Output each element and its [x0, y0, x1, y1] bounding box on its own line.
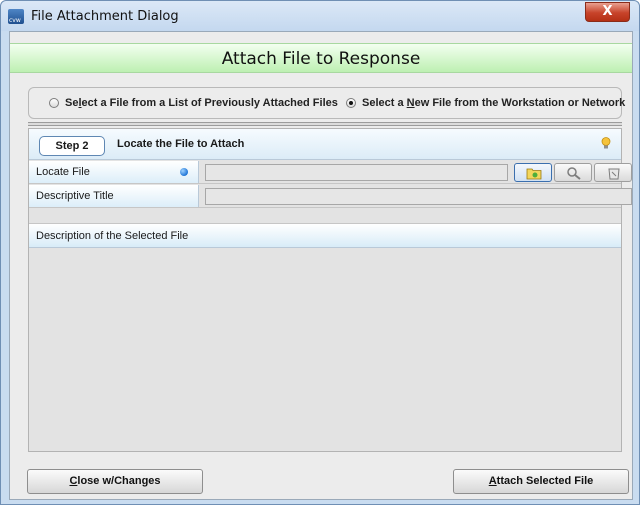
- descriptive-title-input[interactable]: [205, 188, 632, 205]
- eraser-icon: [608, 168, 620, 180]
- locate-file-row: Locate File: [29, 161, 632, 184]
- radio-button-previous[interactable]: [49, 98, 59, 108]
- step-header: Step 2 Locate the File to Attach: [29, 129, 621, 160]
- window-title: File Attachment Dialog: [31, 9, 179, 24]
- close-with-changes-button[interactable]: Close w/Changes: [27, 469, 203, 494]
- attach-selected-file-button[interactable]: Attach Selected File: [453, 469, 629, 494]
- descriptive-title-label: Descriptive Title: [29, 185, 199, 207]
- title-bar[interactable]: File Attachment Dialog X: [1, 1, 639, 31]
- magnifier-icon: [567, 167, 581, 180]
- divider: [28, 122, 622, 126]
- dialog-body: Attach File to Response Select a File fr…: [9, 31, 633, 500]
- view-file-button[interactable]: [554, 163, 592, 182]
- close-window-button[interactable]: X: [585, 2, 630, 22]
- description-header: Description of the Selected File: [29, 223, 621, 248]
- locate-file-label: Locate File: [29, 161, 199, 183]
- radio-new-file[interactable]: Select a New File from the Workstation o…: [346, 97, 625, 109]
- description-textarea[interactable]: [29, 249, 621, 451]
- radio-previously-attached[interactable]: Select a File from a List of Previously …: [49, 97, 338, 109]
- file-source-group: Select a File from a List of Previously …: [28, 87, 625, 119]
- locate-file-input[interactable]: [205, 164, 508, 181]
- radio-new-label: Select a New File from the Workstation o…: [362, 97, 626, 109]
- radio-button-new[interactable]: [346, 98, 356, 108]
- descriptive-title-row: Descriptive Title: [29, 185, 632, 208]
- lightbulb-icon[interactable]: [601, 137, 611, 149]
- dialog-heading: Attach File to Response: [10, 43, 632, 73]
- browse-folder-button[interactable]: [514, 163, 552, 182]
- folder-icon: [526, 168, 542, 180]
- dialog-window: File Attachment Dialog X Attach File to …: [0, 0, 640, 505]
- radio-previous-label: Select a File from a List of Previously …: [65, 97, 338, 109]
- clear-file-button[interactable]: [594, 163, 632, 182]
- step-badge: Step 2: [39, 136, 105, 156]
- required-indicator-icon: [180, 168, 188, 176]
- app-icon: [8, 9, 24, 24]
- step-title: Locate the File to Attach: [117, 138, 245, 150]
- step-panel: Step 2 Locate the File to Attach Locate …: [28, 128, 632, 452]
